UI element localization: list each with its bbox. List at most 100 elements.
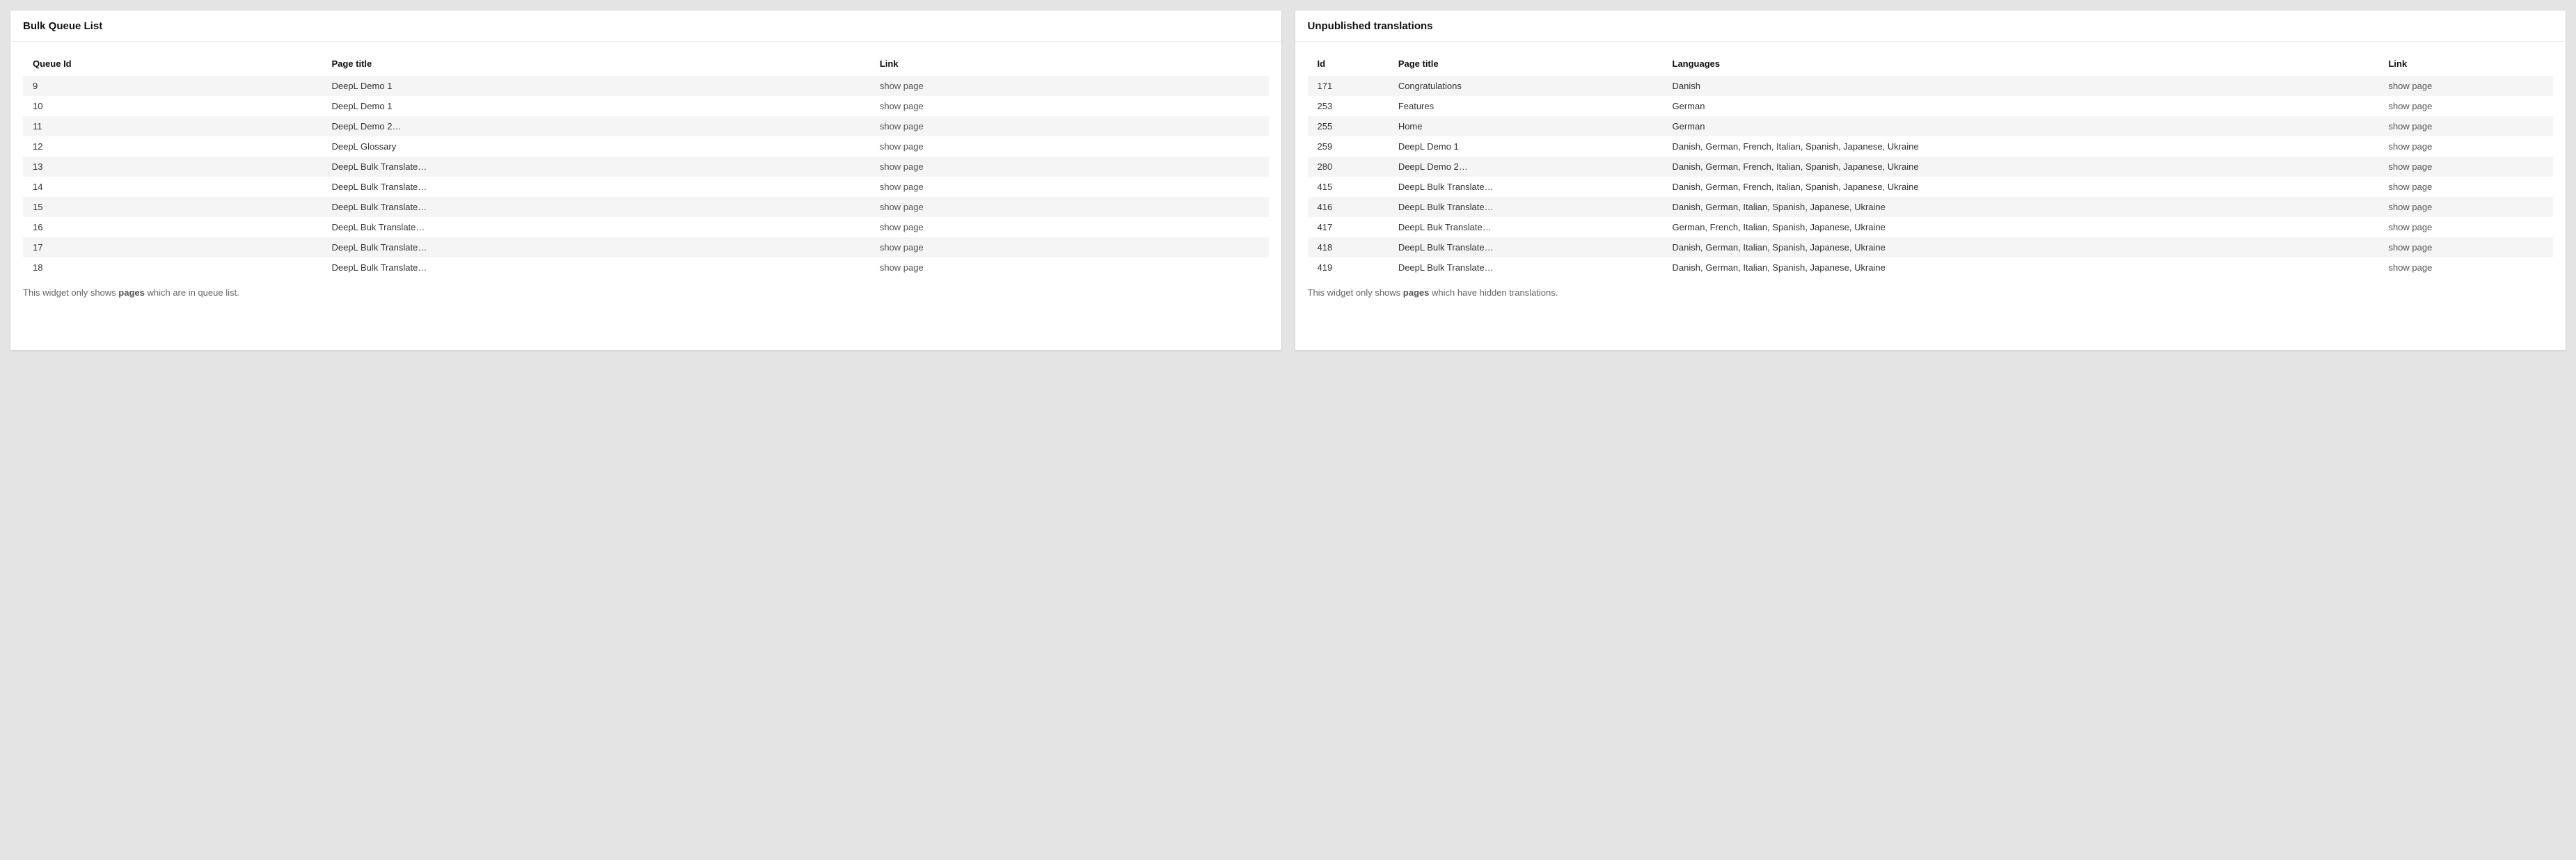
cell-page-title: DeepL Bulk Translate…	[1389, 177, 1663, 197]
bulk-queue-footer: This widget only shows pages which are i…	[23, 287, 1269, 298]
footer-bold: pages	[1403, 287, 1430, 298]
footer-bold: pages	[118, 287, 145, 298]
cell-page-title: DeepL Bulk Translate…	[322, 197, 869, 217]
show-page-link[interactable]: show page	[880, 141, 924, 152]
show-page-link[interactable]: show page	[880, 262, 924, 273]
unpublished-title: Unpublished translations	[1295, 10, 2566, 42]
table-row: 171CongratulationsDanish show page	[1308, 76, 2554, 96]
table-row: 17DeepL Bulk Translate…show page	[23, 237, 1269, 257]
cell-languages: German	[1663, 96, 2379, 116]
col-header-page-title: Page title	[1389, 51, 1663, 76]
cell-id: 171	[1308, 76, 1389, 96]
cell-page-title: DeepL Demo 2…	[1389, 157, 1663, 177]
table-row: 259DeepL Demo 1Danish, German, French, I…	[1308, 136, 2554, 157]
col-header-id: Id	[1308, 51, 1389, 76]
cell-page-title: DeepL Demo 1	[1389, 136, 1663, 157]
bulk-queue-title: Bulk Queue List	[10, 10, 1281, 42]
cell-queue-id: 18	[23, 257, 322, 278]
cell-id: 255	[1308, 116, 1389, 136]
show-page-link[interactable]: show page	[2388, 182, 2432, 192]
table-row: 14DeepL Bulk Translate… show page	[23, 177, 1269, 197]
col-header-link: Link	[2378, 51, 2553, 76]
unpublished-body: Id Page title Languages Link 171Congratu…	[1295, 42, 2566, 350]
cell-languages: Danish, German, Italian, Spanish, Japane…	[1663, 257, 2379, 278]
bulk-queue-body: Queue Id Page title Link 9DeepL Demo 1sh…	[10, 42, 1281, 350]
unpublished-table: Id Page title Languages Link 171Congratu…	[1308, 51, 2554, 278]
cell-page-title: DeepL Bulk Translate…	[322, 237, 869, 257]
show-page-link[interactable]: show page	[880, 101, 924, 111]
cell-languages: Danish, German, French, Italian, Spanish…	[1663, 177, 2379, 197]
cell-queue-id: 15	[23, 197, 322, 217]
show-page-link[interactable]: show page	[880, 81, 924, 91]
cell-page-title: DeepL Bulk Translate…	[1389, 197, 1663, 217]
footer-text: which have hidden translations.	[1429, 287, 1558, 298]
cell-queue-id: 12	[23, 136, 322, 157]
table-row: 10DeepL Demo 1 show page	[23, 96, 1269, 116]
show-page-link[interactable]: show page	[2388, 242, 2432, 253]
table-row: 18DeepL Bulk Translate…show page	[23, 257, 1269, 278]
table-row: 255HomeGermanshow page	[1308, 116, 2554, 136]
cell-languages: Danish	[1663, 76, 2379, 96]
table-row: 9DeepL Demo 1 show page	[23, 76, 1269, 96]
show-page-link[interactable]: show page	[2388, 161, 2432, 172]
unpublished-footer: This widget only shows pages which have …	[1308, 287, 2554, 298]
col-header-queue-id: Queue Id	[23, 51, 322, 76]
show-page-link[interactable]: show page	[2388, 202, 2432, 212]
table-row: 253FeaturesGerman show page	[1308, 96, 2554, 116]
cell-queue-id: 10	[23, 96, 322, 116]
cell-languages: Danish, German, French, Italian, Spanish…	[1663, 136, 2379, 157]
table-row: 280DeepL Demo 2…Danish, German, French, …	[1308, 157, 2554, 177]
cell-page-title: DeepL Buk Translate…	[1389, 217, 1663, 237]
show-page-link[interactable]: show page	[880, 222, 924, 232]
cell-id: 259	[1308, 136, 1389, 157]
cell-languages: Danish, German, Italian, Spanish, Japane…	[1663, 197, 2379, 217]
table-row: 11DeepL Demo 2… show page	[23, 116, 1269, 136]
show-page-link[interactable]: show page	[2388, 81, 2432, 91]
show-page-link[interactable]: show page	[2388, 141, 2432, 152]
cell-id: 416	[1308, 197, 1389, 217]
cell-languages: German	[1663, 116, 2379, 136]
cell-queue-id: 14	[23, 177, 322, 197]
table-row: 418DeepL Bulk Translate…Danish, German, …	[1308, 237, 2554, 257]
col-header-link: Link	[870, 51, 1269, 76]
cell-page-title: Features	[1389, 96, 1663, 116]
footer-text: which are in queue list.	[145, 287, 239, 298]
cell-id: 419	[1308, 257, 1389, 278]
table-row: 419DeepL Bulk Translate…Danish, German, …	[1308, 257, 2554, 278]
cell-page-title: DeepL Bulk Translate…	[322, 177, 869, 197]
cell-page-title: DeepL Buk Translate…	[322, 217, 869, 237]
footer-text: This widget only shows	[23, 287, 118, 298]
cell-page-title: DeepL Demo 2…	[322, 116, 869, 136]
show-page-link[interactable]: show page	[2388, 101, 2432, 111]
show-page-link[interactable]: show page	[880, 182, 924, 192]
show-page-link[interactable]: show page	[880, 161, 924, 172]
cell-page-title: DeepL Bulk Translate…	[1389, 257, 1663, 278]
show-page-link[interactable]: show page	[880, 121, 924, 132]
bulk-queue-widget: Bulk Queue List Queue Id Page title Link…	[10, 10, 1282, 351]
cell-id: 253	[1308, 96, 1389, 116]
table-row: 415DeepL Bulk Translate…Danish, German, …	[1308, 177, 2554, 197]
unpublished-widget: Unpublished translations Id Page title L…	[1295, 10, 2567, 351]
cell-queue-id: 9	[23, 76, 322, 96]
table-row: 13DeepL Bulk Translate… show page	[23, 157, 1269, 177]
bulk-queue-table: Queue Id Page title Link 9DeepL Demo 1sh…	[23, 51, 1269, 278]
show-page-link[interactable]: show page	[880, 202, 924, 212]
cell-id: 280	[1308, 157, 1389, 177]
show-page-link[interactable]: show page	[2388, 262, 2432, 273]
show-page-link[interactable]: show page	[2388, 121, 2432, 132]
cell-page-title: DeepL Bulk Translate…	[1389, 237, 1663, 257]
cell-queue-id: 16	[23, 217, 322, 237]
cell-queue-id: 13	[23, 157, 322, 177]
dashboard-widgets: Bulk Queue List Queue Id Page title Link…	[10, 10, 2566, 351]
cell-page-title: DeepL Glossary	[322, 136, 869, 157]
cell-page-title: DeepL Demo 1	[322, 96, 869, 116]
cell-page-title: DeepL Demo 1	[322, 76, 869, 96]
footer-text: This widget only shows	[1308, 287, 1403, 298]
table-row: 417DeepL Buk Translate…German, French, I…	[1308, 217, 2554, 237]
cell-queue-id: 11	[23, 116, 322, 136]
col-header-languages: Languages	[1663, 51, 2379, 76]
cell-page-title: Congratulations	[1389, 76, 1663, 96]
show-page-link[interactable]: show page	[2388, 222, 2432, 232]
cell-page-title: DeepL Bulk Translate…	[322, 157, 869, 177]
show-page-link[interactable]: show page	[880, 242, 924, 253]
